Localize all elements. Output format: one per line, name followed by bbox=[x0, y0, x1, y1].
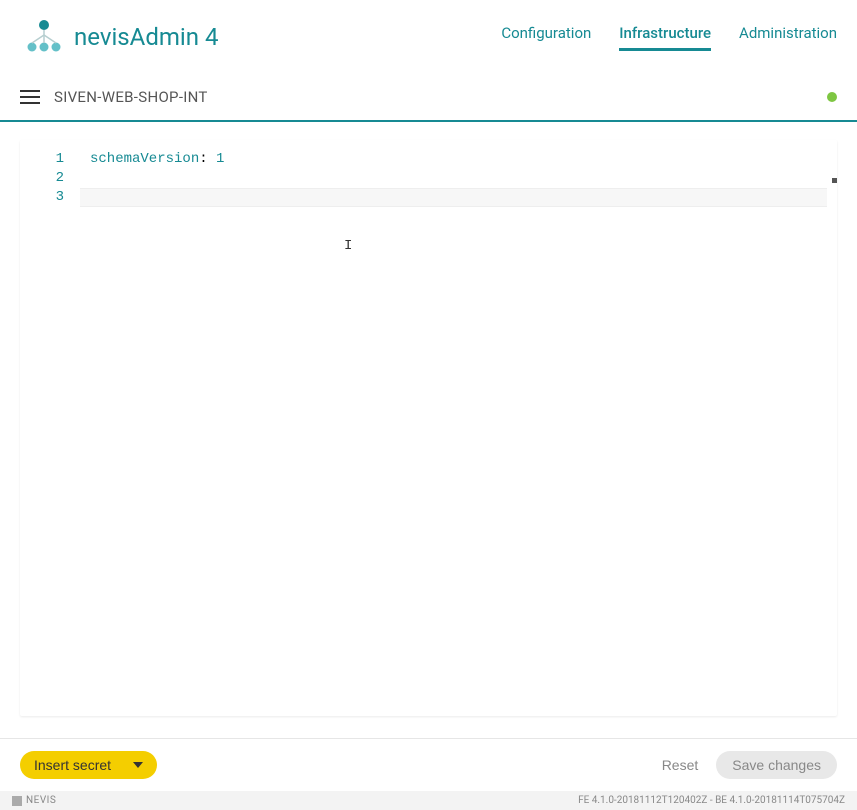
main-content: 1 2 3 schemaVersion: 1 I bbox=[0, 122, 857, 716]
code-line: schemaVersion: 1 bbox=[80, 150, 837, 169]
nav-administration[interactable]: Administration bbox=[739, 24, 837, 51]
line-number: 2 bbox=[20, 169, 80, 188]
line-gutter: 1 2 3 bbox=[20, 140, 80, 716]
brand-title: nevisAdmin 4 bbox=[74, 23, 218, 51]
footer-brand-text: NEVIS bbox=[26, 795, 56, 806]
editor-panel: 1 2 3 schemaVersion: 1 I bbox=[20, 140, 837, 716]
brand: nevisAdmin 4 bbox=[24, 17, 218, 57]
yaml-key: schemaVersion bbox=[90, 151, 199, 167]
line-number: 1 bbox=[20, 150, 80, 169]
chevron-down-icon bbox=[133, 762, 143, 768]
code-editor[interactable]: 1 2 3 schemaVersion: 1 I bbox=[20, 140, 837, 716]
nevis-logo-icon bbox=[24, 17, 64, 57]
insert-secret-button[interactable]: Insert secret bbox=[20, 751, 157, 779]
project-toolbar: SIVEN-WEB-SHOP-INT bbox=[0, 74, 857, 122]
scrollbar-thumb[interactable] bbox=[832, 178, 837, 183]
toolbar-left: SIVEN-WEB-SHOP-INT bbox=[20, 88, 208, 106]
nav-infrastructure[interactable]: Infrastructure bbox=[619, 24, 711, 51]
menu-icon[interactable] bbox=[20, 90, 40, 104]
footer-version: FE 4.1.0-20181112T120402Z - BE 4.1.0-201… bbox=[578, 795, 845, 806]
action-bar-right: Reset Save changes bbox=[662, 751, 837, 779]
footer-brand: NEVIS bbox=[12, 795, 56, 806]
text-cursor-icon: I bbox=[344, 238, 352, 254]
footer-brand-mark-icon bbox=[12, 796, 22, 806]
editor-scrollbar[interactable] bbox=[825, 140, 837, 716]
main-nav: Configuration Infrastructure Administrat… bbox=[501, 24, 837, 51]
insert-secret-label: Insert secret bbox=[34, 757, 111, 773]
action-bar: Insert secret Reset Save changes bbox=[0, 738, 857, 791]
status-footer: NEVIS FE 4.1.0-20181112T120402Z - BE 4.1… bbox=[0, 791, 857, 810]
reset-button[interactable]: Reset bbox=[662, 757, 699, 773]
current-line-highlight bbox=[80, 188, 827, 207]
app-header: nevisAdmin 4 Configuration Infrastructur… bbox=[0, 0, 857, 74]
nav-configuration[interactable]: Configuration bbox=[501, 24, 591, 51]
code-line bbox=[80, 169, 837, 188]
line-number: 3 bbox=[20, 188, 80, 207]
code-area[interactable]: schemaVersion: 1 I bbox=[80, 140, 837, 716]
project-name: SIVEN-WEB-SHOP-INT bbox=[54, 88, 208, 106]
save-changes-button[interactable]: Save changes bbox=[716, 751, 837, 779]
status-indicator-icon bbox=[827, 92, 837, 102]
yaml-value: 1 bbox=[216, 151, 224, 167]
